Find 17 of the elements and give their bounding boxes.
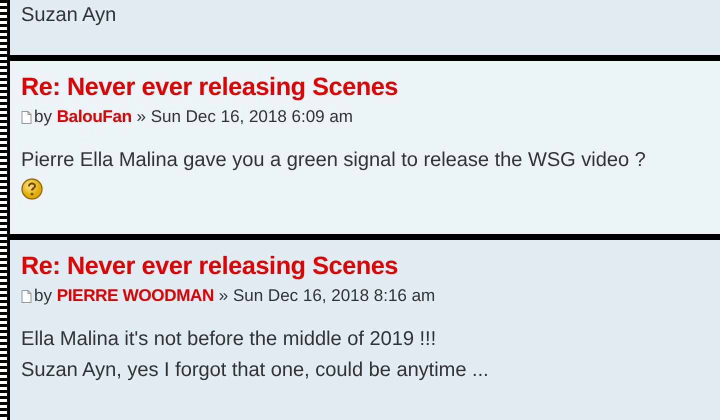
separator: »: [218, 285, 228, 307]
author-link[interactable]: PIERRE WOODMAN: [56, 282, 214, 310]
author-link[interactable]: BalouFan: [56, 103, 132, 131]
post-title[interactable]: Re: Never ever releasing Scenes: [21, 71, 706, 103]
document-icon: [21, 110, 32, 124]
post-text: Ella Malina it's not before the middle of 2019 !!!: [21, 327, 438, 352]
post-text: Pierre Ella Malina gave you a green signal to release the WSG video ?: [21, 148, 647, 173]
post-title[interactable]: Re: Never ever releasing Scenes: [21, 250, 706, 282]
document-icon: [21, 290, 32, 302]
post-date: Sun Dec 16, 2018 8:16 am: [232, 285, 436, 307]
separator: »: [136, 106, 146, 128]
post-text: Suzan Ayn: [21, 3, 118, 28]
post-text: Suzan Ayn, yes I forgot that one, could be anytime ...: [21, 358, 490, 383]
by-label: by: [34, 285, 52, 307]
by-label: by: [34, 106, 52, 128]
post-date: Sun Dec 16, 2018 6:09 am: [150, 106, 353, 128]
question-smiley-icon: [21, 178, 43, 200]
